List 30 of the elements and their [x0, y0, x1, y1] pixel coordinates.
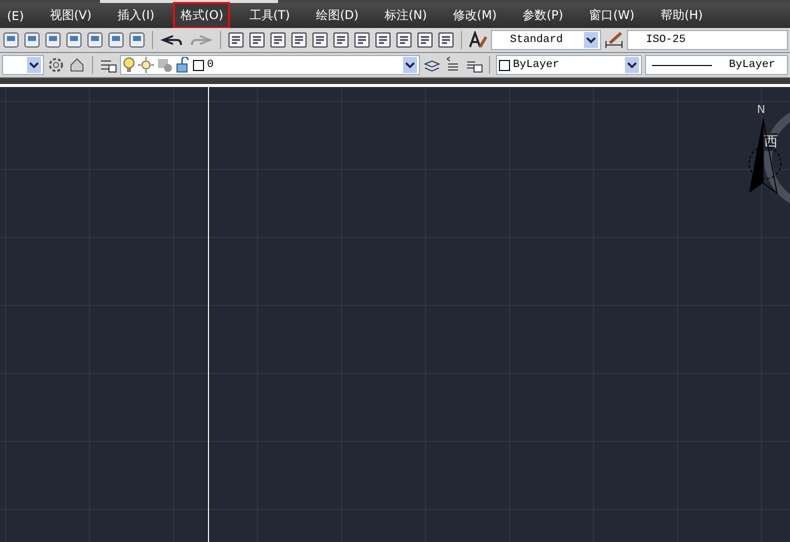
menu-item[interactable]: 绘图(D): [308, 2, 366, 29]
menu-item[interactable]: 窗口(W): [582, 2, 642, 29]
menu-item[interactable]: 工具(T): [242, 2, 297, 29]
menu-item[interactable]: 参数(P): [516, 2, 570, 29]
menu-item[interactable]: 视图(V): [42, 2, 99, 29]
compass-north-label: N: [757, 103, 766, 116]
sun-icon: [138, 57, 154, 73]
house-icon[interactable]: [68, 56, 86, 74]
unlocked-padlock-icon: [176, 57, 190, 73]
dimension-style-icon[interactable]: [604, 31, 624, 49]
line-sample-icon: [652, 64, 712, 66]
text-style-icon[interactable]: [468, 31, 488, 49]
dimension-style-dropdown[interactable]: ISO-25: [627, 30, 788, 50]
color-swatch-icon: [193, 60, 204, 70]
plot-icon: [157, 57, 173, 73]
menu-item[interactable]: 标注(N): [378, 2, 434, 29]
menu-item[interactable]: 修改(M): [446, 2, 504, 29]
layer-dropdown[interactable]: 0: [120, 55, 420, 75]
gear-icon[interactable]: [47, 56, 65, 74]
linetype-dropdown[interactable]: ByLayer: [645, 55, 788, 75]
workspace-dropdown[interactable]: [2, 55, 44, 75]
compass-west-label: 西: [764, 133, 778, 151]
color-dropdown[interactable]: ByLayer: [496, 55, 642, 75]
menu-item[interactable]: 插入(I): [110, 2, 162, 29]
menu-item[interactable]: 帮助(H): [653, 2, 710, 29]
menu-item[interactable]: 格式(O): [173, 2, 230, 29]
text-style-dropdown[interactable]: Standard: [491, 30, 601, 50]
lightbulb-icon: [123, 57, 135, 73]
color-swatch-icon: [499, 60, 510, 70]
menu-item[interactable]: (E): [0, 4, 31, 28]
